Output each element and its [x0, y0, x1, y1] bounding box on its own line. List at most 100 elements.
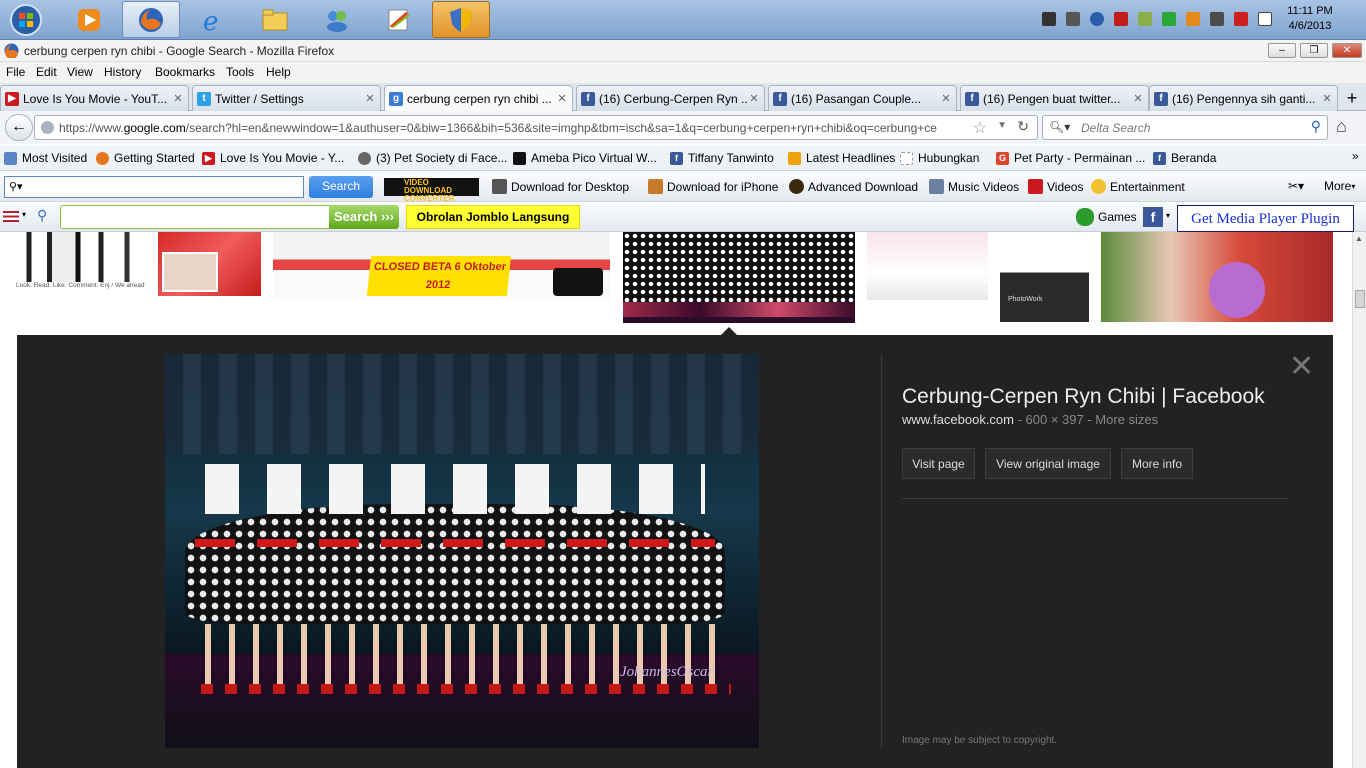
preview-image[interactable]: JohannesOscar: [165, 354, 759, 748]
tab-close-icon[interactable]: ✕: [1132, 92, 1144, 105]
chevron-down-icon[interactable]: ▾: [1166, 211, 1170, 220]
reload-icon[interactable]: ↻: [1017, 118, 1029, 135]
thumbnail-7[interactable]: [1101, 232, 1333, 322]
taskbar-ie[interactable]: e: [184, 1, 242, 38]
tray-power-icon[interactable]: [1186, 12, 1200, 26]
get-media-player-plugin-button[interactable]: Get Media Player Plugin: [1177, 205, 1354, 232]
tab-facebook-pengennya[interactable]: f (16) Pengennya sih ganti... ✕: [1149, 85, 1338, 111]
toolbar-music-videos[interactable]: Music Videos: [929, 179, 1019, 194]
bookmark-beranda[interactable]: f Beranda: [1153, 151, 1216, 165]
menu-history[interactable]: History: [104, 65, 141, 79]
bookmark-love-is-you[interactable]: ▶ Love Is You Movie - Y...: [202, 151, 344, 165]
preview-dimensions[interactable]: - 600 × 397 - More sizes: [1014, 412, 1159, 427]
tab-close-icon[interactable]: ✕: [748, 92, 760, 105]
scrollbar-thumb[interactable]: [1355, 290, 1365, 308]
thumbnail-3[interactable]: CLOSED BETA 6 Oktober 2012: [273, 232, 610, 301]
tray-flag-icon[interactable]: [1258, 12, 1272, 26]
search-engine-icon[interactable]: 🔍︎▾: [1049, 120, 1070, 134]
menu-view[interactable]: View: [67, 65, 93, 79]
tab-twitter[interactable]: t Twitter / Settings ✕: [192, 85, 381, 111]
tab-youtube[interactable]: ▶ Love Is You Movie - YouT... ✕: [0, 85, 189, 111]
bookmark-star-icon[interactable]: ☆: [972, 118, 987, 138]
us-flag-icon[interactable]: [3, 211, 19, 222]
tray-camera-icon[interactable]: [1042, 12, 1056, 26]
preview-domain[interactable]: www.facebook.com: [902, 412, 1014, 427]
toolbar-videos[interactable]: Videos: [1028, 179, 1083, 194]
menu-tools[interactable]: Tools: [226, 65, 254, 79]
menu-edit[interactable]: Edit: [36, 65, 57, 79]
url-bar[interactable]: https://www.google.com/search?hl=en&neww…: [34, 115, 1038, 140]
thumbnail-5[interactable]: [867, 232, 988, 300]
tray-antivirus-icon[interactable]: [1162, 12, 1176, 26]
toolbar-download-iphone[interactable]: Download for iPhone: [648, 179, 778, 194]
tray-volume-icon[interactable]: [1210, 12, 1224, 26]
menu-help[interactable]: Help: [266, 65, 291, 79]
toolbar2-search-button[interactable]: Search ›››: [329, 205, 399, 229]
thumbnail-2[interactable]: [158, 232, 261, 296]
new-tab-button[interactable]: +: [1340, 87, 1364, 109]
bookmark-ameba-pico[interactable]: Ameba Pico Virtual W...: [513, 151, 657, 165]
start-button[interactable]: [2, 1, 50, 38]
tab-google[interactable]: g cerbung cerpen ryn chibi ... ✕: [384, 85, 573, 111]
taskbar-firefox[interactable]: [122, 1, 180, 38]
search-go-icon[interactable]: ⚲: [1311, 118, 1321, 135]
thumbnail-1[interactable]: Look. Read. Like. Comment. Enj / We alre…: [16, 232, 145, 300]
minimize-button[interactable]: –: [1268, 43, 1296, 58]
tray-battery-icon[interactable]: [1234, 12, 1248, 26]
toolbar-more[interactable]: More ▾: [1324, 179, 1355, 193]
bookmark-tiffany[interactable]: f Tiffany Tanwinto: [670, 151, 774, 165]
toolbar2-search-input[interactable]: [60, 205, 330, 229]
toolbar-download-desktop[interactable]: Download for Desktop: [492, 179, 629, 194]
taskbar-explorer[interactable]: [246, 1, 304, 38]
bookmark-latest-headlines[interactable]: Latest Headlines: [788, 151, 895, 165]
bookmark-pet-society[interactable]: (3) Pet Society di Face...: [358, 151, 507, 165]
visit-page-button[interactable]: Visit page: [902, 448, 975, 479]
menu-file[interactable]: File: [6, 65, 25, 79]
back-button[interactable]: ←: [5, 114, 33, 141]
scroll-up-icon[interactable]: ▲: [1355, 234, 1363, 243]
vertical-scrollbar[interactable]: ▲: [1352, 232, 1366, 768]
toolbar-entertainment[interactable]: Entertainment: [1091, 179, 1185, 194]
bookmarks-overflow-icon[interactable]: »: [1352, 149, 1359, 163]
taskbar-notepad[interactable]: [370, 1, 428, 38]
toolbar-search-button[interactable]: Search: [309, 176, 373, 198]
tray-sync-icon[interactable]: [1138, 12, 1152, 26]
video-converter-logo[interactable]: VIDEO DOWNLOAD CONVERTER: [384, 178, 479, 203]
system-clock[interactable]: 11:11 PM 4/6/2013: [1280, 4, 1340, 34]
tab-close-icon[interactable]: ✕: [364, 92, 376, 105]
promo-chat-link[interactable]: Obrolan Jomblo Langsung: [406, 205, 580, 229]
url-dropdown-icon[interactable]: ▼: [997, 120, 1007, 131]
tab-close-icon[interactable]: ✕: [172, 92, 184, 105]
taskbar-security[interactable]: [432, 1, 490, 38]
close-window-button[interactable]: ✕: [1332, 43, 1362, 58]
view-original-image-button[interactable]: View original image: [985, 448, 1111, 479]
tab-close-icon[interactable]: ✕: [1321, 92, 1333, 105]
restore-button[interactable]: ❐: [1300, 43, 1328, 58]
toolbar-advanced-download[interactable]: Advanced Download: [789, 179, 918, 194]
tab-close-icon[interactable]: ✕: [940, 92, 952, 105]
thumbnail-4-selected[interactable]: [623, 232, 855, 323]
search-engine-box[interactable]: 🔍︎▾ Delta Search ⚲: [1042, 115, 1328, 140]
bookmark-getting-started[interactable]: Getting Started: [96, 151, 195, 165]
close-preview-icon[interactable]: ✕: [1289, 352, 1314, 382]
bookmark-most-visited[interactable]: Most Visited: [4, 151, 87, 165]
tab-facebook-pengen[interactable]: f (16) Pengen buat twitter... ✕: [960, 85, 1149, 111]
taskbar-media-player[interactable]: [60, 1, 118, 38]
preview-title[interactable]: Cerbung-Cerpen Ryn Chibi | Facebook: [902, 385, 1265, 409]
bookmark-pet-party[interactable]: G Pet Party - Permainan ...: [996, 151, 1145, 165]
tray-monitor-icon[interactable]: [1066, 12, 1080, 26]
more-info-button[interactable]: More info: [1121, 448, 1193, 479]
toolbar-search-input[interactable]: ⚲▾: [4, 176, 304, 198]
tray-bluetooth-icon[interactable]: [1090, 12, 1104, 26]
menu-bookmarks[interactable]: Bookmarks: [155, 65, 215, 79]
taskbar-people[interactable]: [308, 1, 366, 38]
tab-close-icon[interactable]: ✕: [556, 92, 568, 105]
thumbnail-6[interactable]: PhotoWork: [1000, 232, 1089, 322]
tab-facebook-pasangan[interactable]: f (16) Pasangan Couple... ✕: [768, 85, 957, 111]
toolbar2-games[interactable]: Games: [1076, 208, 1137, 226]
tray-network-error-icon[interactable]: [1114, 12, 1128, 26]
home-icon[interactable]: ⌂: [1336, 116, 1347, 137]
tab-facebook-cerbung[interactable]: f (16) Cerbung-Cerpen Ryn ... ✕: [576, 85, 765, 111]
toolbar-settings[interactable]: ✂▾: [1288, 179, 1304, 193]
chevron-down-icon[interactable]: ▾: [22, 210, 26, 219]
